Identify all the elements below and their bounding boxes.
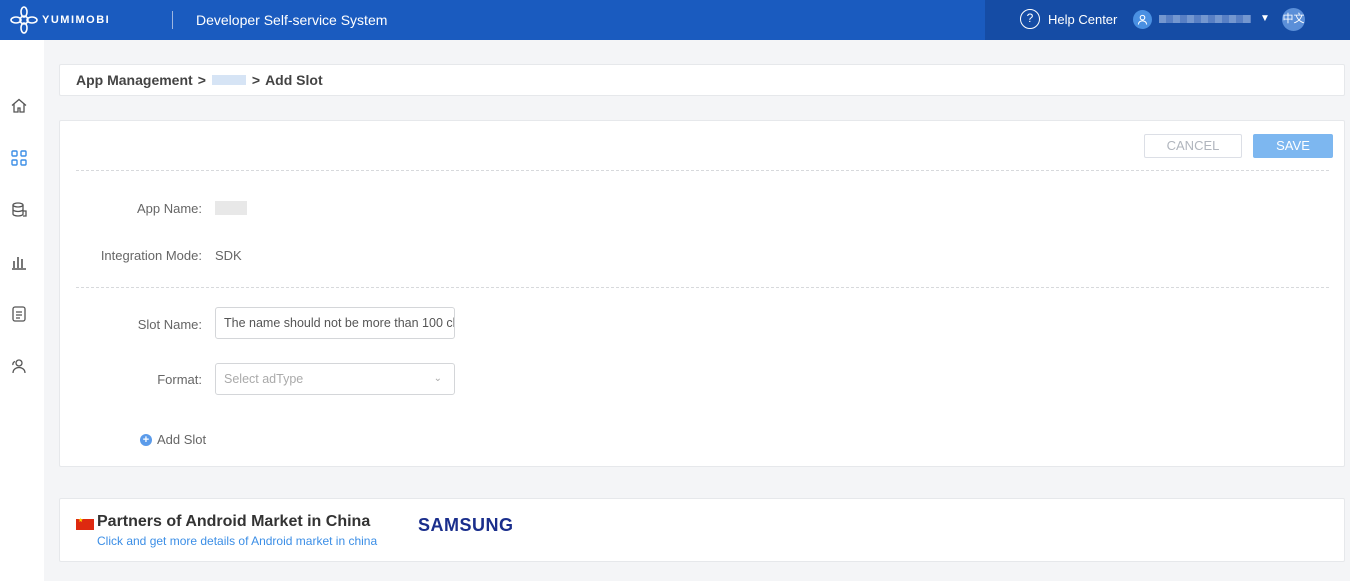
divider bbox=[76, 287, 1329, 288]
cancel-button[interactable]: CANCEL bbox=[1144, 134, 1242, 158]
help-center-label: Help Center bbox=[1048, 11, 1118, 27]
breadcrumb-root[interactable]: App Management bbox=[76, 72, 193, 88]
partners-banner: Partners of Android Market in China Clic… bbox=[59, 498, 1345, 562]
add-slot-label: Add Slot bbox=[157, 432, 207, 447]
apps-grid-icon[interactable] bbox=[9, 148, 29, 168]
breadcrumb-current: Add Slot bbox=[265, 72, 323, 88]
help-center-link[interactable]: ? Help Center bbox=[1020, 9, 1117, 29]
sidebar bbox=[0, 40, 44, 581]
app-name-value-blurred bbox=[215, 201, 247, 215]
breadcrumb-app-blurred[interactable] bbox=[211, 75, 246, 85]
samsung-logo[interactable]: SAMSUNG bbox=[418, 515, 514, 536]
question-icon: ? bbox=[1020, 9, 1040, 29]
home-icon[interactable] bbox=[9, 96, 29, 116]
user-avatar-icon[interactable] bbox=[1133, 10, 1152, 29]
plus-circle-icon: + bbox=[140, 433, 152, 446]
language-switch-button[interactable]: 中文 bbox=[1282, 8, 1305, 31]
top-header: YUMIMOBI Developer Self-service System ?… bbox=[0, 0, 1350, 40]
partners-details-link[interactable]: Click and get more details of Android ma… bbox=[97, 534, 377, 548]
document-icon[interactable] bbox=[9, 304, 29, 324]
user-name-blurred[interactable] bbox=[1159, 15, 1251, 23]
logo-icon bbox=[10, 6, 38, 34]
chevron-down-icon: ⌄ bbox=[433, 373, 442, 384]
app-name-label: App Name: bbox=[136, 201, 202, 216]
format-label: Format: bbox=[157, 372, 202, 387]
bar-chart-icon[interactable] bbox=[9, 252, 29, 272]
breadcrumb: App Management > > Add Slot bbox=[59, 64, 1345, 96]
integration-mode-label: Integration Mode: bbox=[100, 248, 202, 263]
add-slot-button[interactable]: + Add Slot bbox=[140, 432, 206, 447]
logo-text: YUMIMOBI bbox=[42, 14, 111, 26]
users-icon[interactable] bbox=[9, 356, 29, 376]
chevron-down-icon[interactable]: ▼ bbox=[1260, 13, 1270, 24]
system-title: Developer Self-service System bbox=[196, 12, 388, 28]
save-button[interactable]: SAVE bbox=[1253, 134, 1333, 158]
china-flag-icon bbox=[76, 517, 94, 530]
slot-name-input[interactable]: The name should not be more than 100 cha… bbox=[215, 307, 455, 339]
integration-mode-value: SDK bbox=[215, 248, 242, 263]
format-select[interactable]: Select adType ⌄ bbox=[215, 363, 455, 395]
header-divider bbox=[172, 11, 173, 29]
breadcrumb-separator: > bbox=[197, 72, 206, 88]
add-slot-form: CANCEL SAVE App Name: Integration Mode: … bbox=[59, 120, 1345, 467]
database-icon[interactable] bbox=[9, 200, 29, 220]
logo[interactable]: YUMIMOBI bbox=[10, 6, 110, 34]
slot-name-label: Slot Name: bbox=[137, 317, 202, 332]
format-select-placeholder: Select adType bbox=[224, 372, 304, 386]
breadcrumb-separator: > bbox=[251, 72, 261, 88]
divider bbox=[76, 170, 1329, 171]
partners-title: Partners of Android Market in China bbox=[97, 513, 371, 530]
